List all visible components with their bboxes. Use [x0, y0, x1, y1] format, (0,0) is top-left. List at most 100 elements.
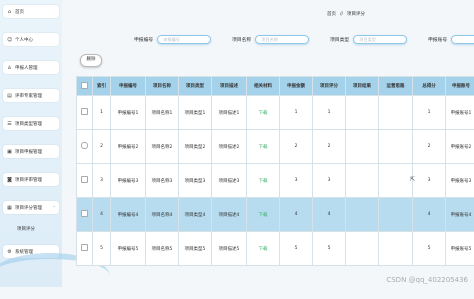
table-cell: 4	[280, 198, 313, 232]
filter-project-name: 项目名称	[232, 35, 309, 44]
account-input[interactable]	[451, 35, 474, 44]
table-cell: 项目类型3	[179, 164, 212, 198]
table-cell: 4	[93, 198, 111, 232]
table-cell	[346, 96, 379, 130]
table-cell: 申报编号5	[111, 232, 146, 266]
table-cell: 3	[313, 164, 346, 198]
list-icon: ☰	[7, 121, 12, 127]
table-cell: 3	[280, 164, 313, 198]
table-cell: 项目名称2	[146, 130, 179, 164]
column-header: 申报金额	[280, 77, 313, 96]
table-cell	[379, 96, 413, 130]
table-cell: 申报编号1	[111, 96, 146, 130]
table-cell	[379, 198, 413, 232]
sidebar-item-label: 申报人管理	[15, 65, 38, 71]
column-header: 申报账号	[446, 77, 474, 96]
table-cell: 项目描述1	[212, 96, 247, 130]
table-row[interactable]: 4申报编号4项目名称4项目类型4项目描述4下载444申报账号4	[77, 198, 474, 232]
column-header: 项目名称	[146, 77, 179, 96]
sidebar-item-label: 项目评分	[17, 226, 35, 232]
gear-icon: ⚙	[7, 249, 12, 255]
users-icon: ♙	[7, 65, 12, 71]
filter-apply-no: 申报编号	[134, 35, 211, 44]
table-row[interactable]: 5申报编号5项目名称5项目类型5项目描述5下载555申报账号5	[77, 232, 474, 266]
table-cell: 申报编号2	[111, 130, 146, 164]
sidebar-subitem-score[interactable]: 项目评分	[3, 222, 59, 235]
column-header: 申报编号	[111, 77, 146, 96]
sidebar-item-applicant[interactable]: ♙申报人管理	[3, 61, 59, 74]
column-header: 项目描述	[212, 77, 247, 96]
table-cell: 1	[93, 96, 111, 130]
table-cell: 申报账号5	[446, 232, 474, 266]
sidebar-item-review[interactable]: ◙项目评审管理	[3, 173, 59, 186]
apply-no-input[interactable]	[157, 35, 211, 44]
filter-label: 申报编号	[134, 36, 153, 43]
table-cell: 申报账号4	[446, 198, 474, 232]
sidebar-item-label: 项目评审管理	[15, 177, 42, 183]
row-checkbox[interactable]	[77, 232, 93, 266]
row-checkbox[interactable]	[77, 130, 93, 164]
filter-label: 项目名称	[232, 36, 251, 43]
table-cell: 项目类型1	[179, 96, 212, 130]
table-cell: 项目描述4	[212, 198, 247, 232]
download-link[interactable]: 下载	[247, 164, 280, 198]
breadcrumb-home[interactable]: 首页	[327, 12, 336, 17]
row-checkbox[interactable]	[77, 198, 93, 232]
table-cell: 5	[280, 232, 313, 266]
table-cell: 5	[413, 232, 446, 266]
table-row[interactable]: 1申报编号1项目名称1项目类型1项目描述1下载111申报账号1	[77, 96, 474, 130]
table-cell: 申报账号2	[446, 130, 474, 164]
score-icon: ▦	[7, 205, 12, 211]
sidebar-item-score-mgmt[interactable]: ▦项目评分管理⌃	[3, 201, 59, 214]
table-cell: 申报账号1	[446, 96, 474, 130]
row-checkbox[interactable]	[77, 164, 93, 198]
table-cell: 申报账号3	[446, 164, 474, 198]
sidebar-item-expert[interactable]: ▤评审专家管理	[3, 89, 59, 102]
download-link[interactable]: 下载	[247, 198, 280, 232]
table-cell: 4	[313, 198, 346, 232]
column-header: 索引	[93, 77, 111, 96]
table-cell: 项目类型5	[179, 232, 212, 266]
column-header: 运营思路	[379, 77, 413, 96]
table-cell: 2	[93, 130, 111, 164]
table-cell: 4	[413, 198, 446, 232]
home-icon: ⌂	[7, 9, 12, 15]
table-cell	[346, 232, 379, 266]
sidebar-item-type[interactable]: ☰项目类型管理	[3, 117, 59, 130]
sidebar: ⌂首页 ☺个人中心 ♙申报人管理 ▤评审专家管理 ☰项目类型管理 ▣项目申报管理…	[0, 0, 62, 287]
data-table: 索引 申报编号 项目名称 项目类型 项目描述 相关材料 申报金额 项目评分 项目…	[76, 76, 474, 266]
sidebar-item-declare[interactable]: ▣项目申报管理	[3, 145, 59, 158]
download-link[interactable]: 下载	[247, 130, 280, 164]
delete-button[interactable]: 删除	[80, 54, 102, 67]
table-cell: 项目名称1	[146, 96, 179, 130]
sidebar-item-profile[interactable]: ☺个人中心	[3, 33, 59, 46]
table-cell: 2	[313, 130, 346, 164]
column-header: 相关材料	[247, 77, 280, 96]
column-header: 项目评分	[313, 77, 346, 96]
sidebar-item-home[interactable]: ⌂首页	[3, 5, 59, 18]
row-checkbox[interactable]	[77, 96, 93, 130]
breadcrumb-current: 项目评分	[347, 12, 365, 17]
select-all-checkbox[interactable]	[77, 77, 93, 96]
project-type-input[interactable]	[353, 35, 407, 44]
user-icon: ☺	[7, 37, 12, 43]
table-row[interactable]: 2申报编号2项目名称2项目类型2项目描述2下载222申报账号2	[77, 130, 474, 164]
breadcrumb-separator: //	[340, 12, 343, 17]
mouse-cursor-icon: ⇱	[410, 176, 415, 183]
sidebar-item-label: 项目申报管理	[15, 149, 42, 155]
filter-account: 申报账号	[428, 35, 474, 44]
table-header-row: 索引 申报编号 项目名称 项目类型 项目描述 相关材料 申报金额 项目评分 项目…	[77, 77, 474, 96]
download-link[interactable]: 下载	[247, 96, 280, 130]
table-cell: 项目描述5	[212, 232, 247, 266]
table-cell: 1	[413, 96, 446, 130]
download-link[interactable]: 下载	[247, 232, 280, 266]
table-cell: 2	[413, 130, 446, 164]
table-cell: 5	[313, 232, 346, 266]
review-icon: ◙	[7, 177, 12, 183]
table-cell: 申报编号3	[111, 164, 146, 198]
project-name-input[interactable]	[255, 35, 309, 44]
table-cell: 申报编号4	[111, 198, 146, 232]
table-cell	[346, 164, 379, 198]
sidebar-item-label: 评审专家管理	[15, 93, 42, 99]
table-cell	[379, 232, 413, 266]
